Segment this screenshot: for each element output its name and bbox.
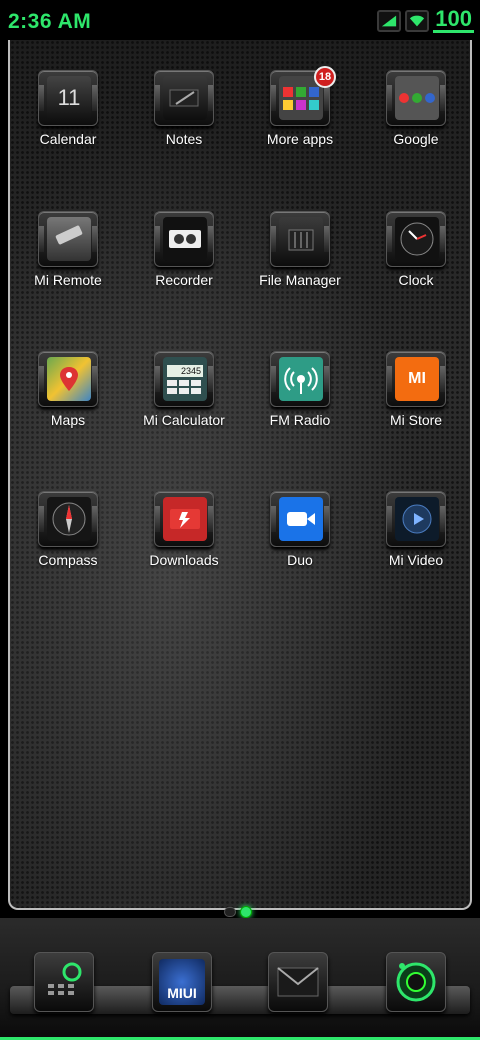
status-icons: 100 [377, 8, 474, 33]
calendar-icon: 11 [38, 70, 98, 126]
status-time: 2:36 AM [8, 10, 92, 33]
downloads-icon [154, 491, 214, 547]
app-label: Notes [165, 131, 203, 147]
clock-icon [386, 211, 446, 267]
messages-icon[interactable] [268, 952, 328, 1012]
app-label: Recorder [155, 272, 213, 288]
battery-level: 100 [433, 6, 474, 33]
phone-dialer-icon[interactable] [34, 952, 94, 1012]
app-label: Mi Video [388, 552, 444, 568]
status-bar: 2:36 AM 100 [0, 0, 480, 44]
app-mi-store[interactable]: MI Mi Store [358, 321, 470, 431]
app-label: Clock [398, 272, 434, 288]
app-calendar[interactable]: 11 Calendar [10, 40, 126, 150]
app-label: File Manager [259, 272, 341, 288]
app-label: Downloads [149, 552, 219, 568]
app-maps[interactable]: Maps [10, 321, 126, 431]
app-clock[interactable]: Clock [358, 181, 470, 291]
notes-icon [154, 70, 214, 126]
mi-store-icon: MI [386, 351, 446, 407]
signal-icon [377, 9, 402, 32]
compass-icon [38, 491, 98, 547]
calculator-icon: 2345 [154, 351, 214, 407]
google-icon [386, 70, 446, 126]
page-dot-active[interactable] [240, 906, 252, 918]
app-duo[interactable]: Duo [242, 461, 358, 571]
app-label: Google [393, 131, 439, 147]
camera-icon[interactable] [386, 952, 446, 1012]
app-label: More apps [266, 131, 334, 147]
app-label: Compass [38, 552, 98, 568]
app-mi-video[interactable]: Mi Video [358, 461, 470, 571]
app-label: Mi Calculator [143, 412, 225, 428]
remote-icon [38, 211, 98, 267]
duo-icon [270, 491, 330, 547]
app-google[interactable]: Google [358, 40, 470, 150]
app-file-manager[interactable]: File Manager [242, 181, 358, 291]
file-manager-icon [270, 211, 330, 267]
app-label: Calendar [39, 131, 97, 147]
notification-badge: 18 [314, 66, 336, 88]
app-notes[interactable]: Notes [126, 40, 242, 150]
app-mi-remote[interactable]: Mi Remote [10, 181, 126, 291]
recorder-icon [154, 211, 214, 267]
app-label: Mi Remote [34, 272, 102, 288]
app-label: Mi Store [389, 412, 443, 428]
app-compass[interactable]: Compass [10, 461, 126, 571]
app-fm-radio[interactable]: FM Radio [242, 321, 358, 431]
app-downloads[interactable]: Downloads [126, 461, 242, 571]
home-screen-panel: 11 Calendar Notes 18 More apps Google Mi Remot… [8, 40, 472, 910]
wifi-icon [405, 9, 430, 32]
page-dot[interactable] [224, 907, 236, 917]
dock: MIUI [0, 918, 480, 1040]
app-label: Duo [287, 552, 313, 568]
app-recorder[interactable]: Recorder [126, 181, 242, 291]
maps-icon [38, 351, 98, 407]
app-label: FM Radio [269, 412, 331, 428]
miui-label: MIUI [159, 959, 205, 1005]
app-more-apps[interactable]: 18 More apps [242, 40, 358, 150]
radio-icon [270, 351, 330, 407]
page-indicator [224, 906, 252, 918]
miui-icon[interactable]: MIUI [152, 952, 212, 1012]
app-label: Maps [50, 412, 86, 428]
video-icon [386, 491, 446, 547]
app-mi-calculator[interactable]: 2345 Mi Calculator [126, 321, 242, 431]
